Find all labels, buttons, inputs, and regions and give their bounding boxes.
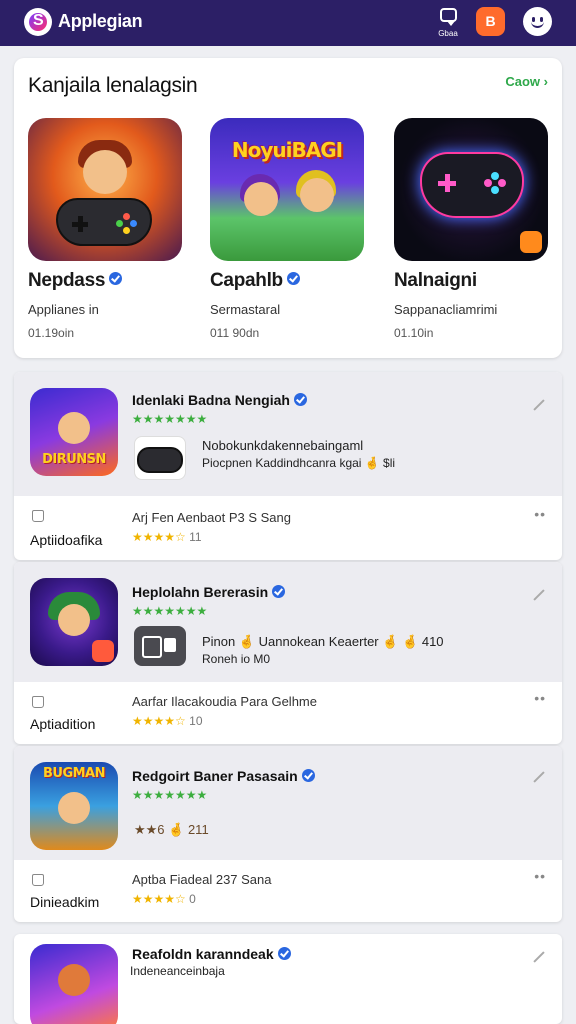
app-subtitle: Arj Fen Aenbaot P3 S Sang [132,510,291,525]
app-title: Heplolahn Bererasin [132,584,286,600]
app-description: Indeneanceinbaja [130,964,225,978]
featured-app-card[interactable]: Nalnaigni Sappanacliamrimi 01.10in [394,118,548,340]
edit-icon[interactable] [533,951,545,963]
verified-icon [293,392,307,406]
app-icon [30,578,118,666]
app-category-label: Aptiadition [30,716,96,732]
app-category-label: Dinieadkim [30,894,100,910]
app-list-card[interactable]: Heplolahn Bererasin ★★★★★★★ Pinon 🤞 Uann… [14,562,562,744]
featured-section: Kanjaila lenalagsin Caow Nepdass Applian… [14,58,562,358]
featured-app-meta: 01.10in [394,326,434,340]
gamepad-icon [137,447,183,473]
rating-count: 10 [189,714,203,728]
app-logo-icon[interactable] [24,8,52,36]
top-app-bar: Applegian Gbaa B [0,0,576,46]
app-icon: BUGMAN [30,762,118,850]
featured-app-artwork: NoyuiBAGI [210,118,364,261]
app-category-label: Aptiidoafika [30,532,103,548]
featured-app-artwork [394,118,548,261]
featured-app-name: Capahlb [210,270,300,292]
preview-thumbnail[interactable] [134,436,186,480]
hero-face-shape [244,182,278,216]
rating-stars: ★★★★☆ [132,714,186,728]
app-title: Redgoirt Baner Pasasain [132,768,315,784]
app-description: Nobokunkdakennebaingaml [202,438,364,453]
hero-face-shape [58,604,90,636]
shopping-bag-button[interactable]: B [476,7,505,36]
icon-title-text: DIRUNSN [42,452,106,467]
verified-icon [277,946,291,960]
thumbs-up-icon[interactable] [32,510,44,522]
app-list-card[interactable]: DIRUNSN Idenlaki Badna Nengiah ★★★★★★★ N… [14,372,562,560]
app-subtitle: Aarfar Ilacakoudia Para Gelhme [132,694,317,709]
featured-app-card[interactable]: NoyuiBAGI Capahlb Sermastaral 011 90dn [210,118,364,340]
featured-app-subtitle: Sappanacliamrimi [394,302,498,317]
rating-stars: ★★★★★★★ [132,412,208,426]
badge-icon [520,231,542,253]
featured-app-name: Nalnaigni [394,270,477,291]
hero-face-shape [58,792,90,824]
hero-face-shape [83,150,127,194]
thumbs-up-icon[interactable] [32,874,44,886]
chat-button[interactable]: Gbaa [432,4,464,40]
hero-face-shape [58,964,90,996]
gamepad-icon [422,154,522,216]
verified-icon [109,272,123,286]
thumbs-up-icon[interactable] [32,696,44,708]
preview-thumbnail[interactable] [134,626,186,666]
featured-app-name: Nepdass [28,270,123,292]
app-title: Applegian [58,11,143,31]
featured-app-card[interactable]: Nepdass Applianes in 01.19oin [28,118,182,340]
more-options-icon[interactable]: •• [534,690,546,706]
verified-icon [301,768,315,782]
rating-stars: ★★★★★★★ [132,604,208,618]
app-description-secondary: Roneh io M0 [202,652,271,666]
app-description-secondary: Piocpnen Kaddindhcanra kgai 🤞 $li [202,456,396,470]
featured-app-meta: 01.19oin [28,326,75,340]
smiley-icon-mouth [531,20,544,28]
app-icon [30,944,118,1024]
app-rating: ★★★★☆ 11 [132,530,202,544]
featured-app-meta: 011 90dn [210,326,260,340]
hero-face-shape [300,178,334,212]
artwork-title-text: NoyuiBAGI [231,138,343,162]
gamepad-icon [56,198,152,246]
profile-button[interactable] [523,7,552,36]
featured-app-subtitle: Applianes in [28,302,99,317]
app-subtitle: Aptba Fiadeal 237 Sana [132,872,272,887]
more-options-icon[interactable]: •• [534,868,546,884]
more-options-icon[interactable]: •• [534,506,546,522]
rating-stars: ★★★★☆ [132,530,186,544]
featured-app-subtitle: Sermastaral [210,302,281,317]
verified-icon [286,272,300,286]
hero-face-shape [58,412,90,444]
app-description: ★★6 🤞 211 [134,822,209,837]
app-title: Reafoldn karanndeak [132,946,291,962]
chat-bubble-icon [440,8,457,26]
app-rating: ★★★★☆ 10 [132,714,203,728]
app-list-card[interactable]: Reafoldn karanndeak Indeneanceinbaja [14,934,562,1024]
rating-count: 11 [189,530,202,544]
app-list-card[interactable]: BUGMAN Redgoirt Baner Pasasain ★★★★★★★ ★… [14,746,562,922]
app-rating: ★★★★☆ 0 [132,892,196,906]
rating-count: 0 [189,892,196,906]
rating-stars: ★★★★★★★ [132,788,208,802]
app-description: Pinon 🤞 Uannokean Keaerter 🤞 🤞 410 [202,634,444,649]
see-all-link[interactable]: Caow [505,74,548,89]
featured-title: Kanjaila lenalagsin [28,74,198,97]
app-icon: DIRUNSN [30,388,118,476]
app-title: Idenlaki Badna Nengiah [132,392,307,408]
chat-label: Gbaa [438,29,458,38]
rating-stars: ★★★★☆ [132,892,186,906]
icon-title-text: BUGMAN [42,766,106,781]
featured-app-artwork [28,118,182,261]
badge-icon [92,640,114,662]
verified-icon [272,584,286,598]
bag-icon: B [485,13,496,29]
